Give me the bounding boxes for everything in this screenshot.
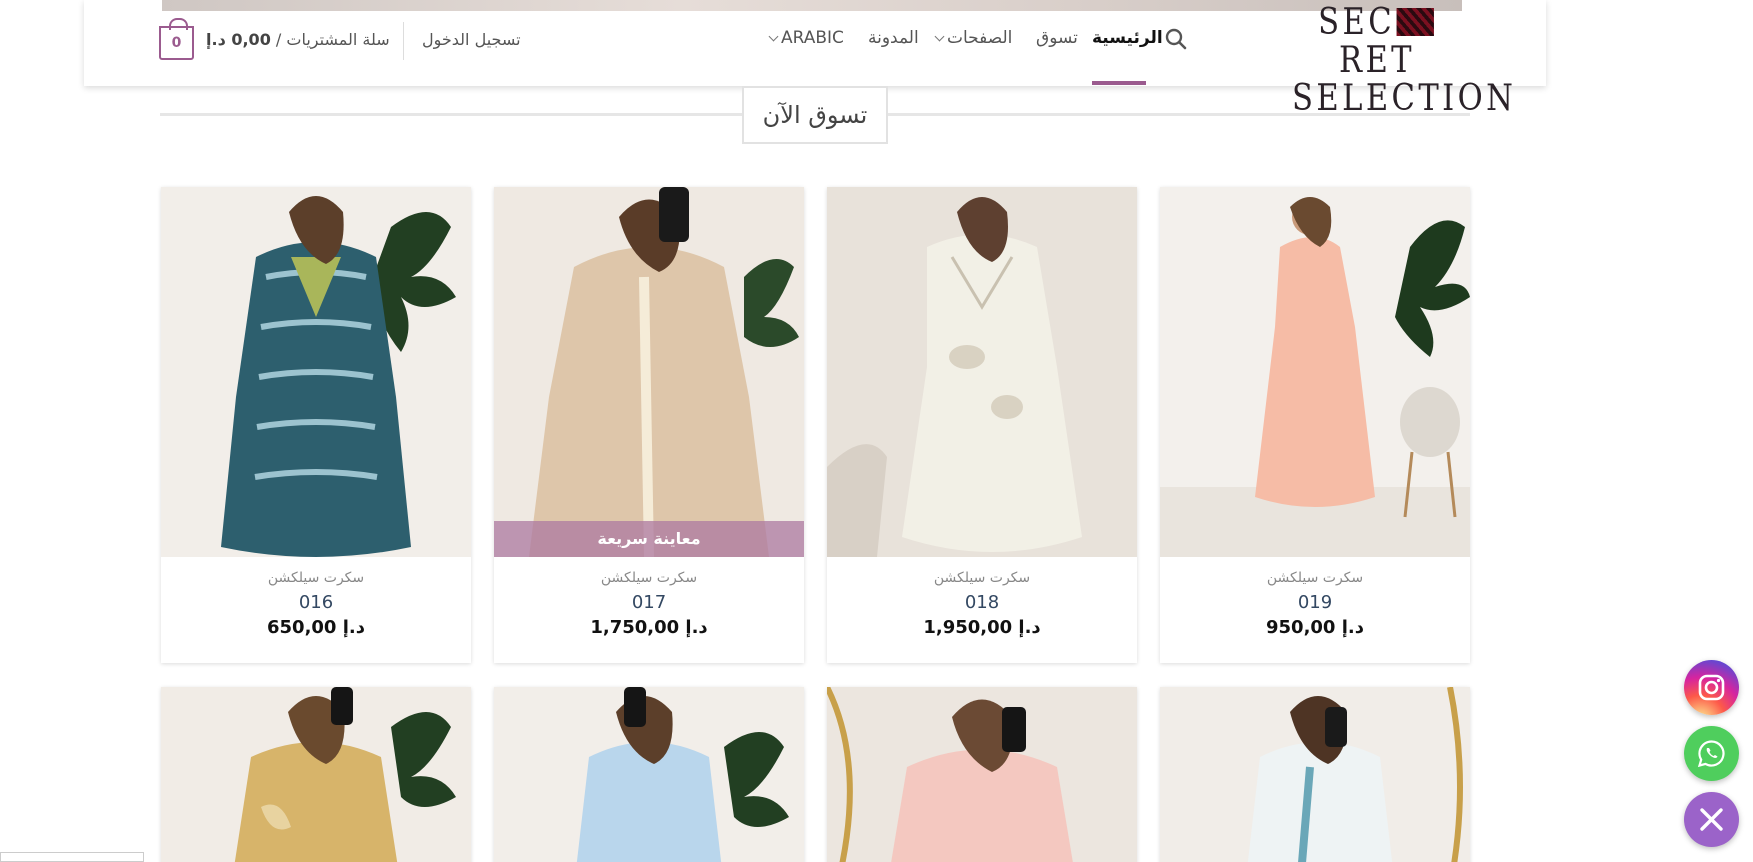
search-icon[interactable] <box>1165 28 1187 50</box>
nav-shop[interactable]: تسوق <box>1036 28 1078 56</box>
product-card[interactable] <box>1160 687 1470 862</box>
product-card[interactable] <box>827 687 1137 862</box>
cart-total: 0,00 د.إ <box>206 30 271 49</box>
site-logo[interactable]: SECRET SELECTION <box>1277 4 1513 118</box>
product-image[interactable]: معاينة سريعة <box>494 187 804 557</box>
product-image[interactable] <box>1160 687 1470 862</box>
product-image[interactable] <box>161 187 471 557</box>
product-title[interactable]: 019 <box>1160 592 1470 613</box>
product-price: 650,00 د.إ <box>267 617 365 638</box>
product-title[interactable]: 016 <box>161 592 471 613</box>
nav-active-indicator <box>1092 81 1146 85</box>
header-divider <box>403 22 404 60</box>
nav-pages[interactable]: الصفحات <box>934 28 1012 56</box>
product-image[interactable] <box>1160 187 1470 557</box>
whatsapp-button[interactable] <box>1684 726 1739 781</box>
product-price: 1,950,00 د.إ <box>923 617 1041 638</box>
product-image[interactable] <box>161 687 471 862</box>
instagram-icon <box>1698 674 1725 701</box>
cart-link[interactable]: سلة المشتريات / 0,00 د.إ <box>206 30 390 49</box>
product-title[interactable]: 017 <box>494 592 804 613</box>
whatsapp-icon <box>1697 740 1725 768</box>
instagram-button[interactable] <box>1684 660 1739 715</box>
product-price: 1,750,00 د.إ <box>590 617 708 638</box>
product-category: سكرت سيلكشن <box>267 570 365 586</box>
product-image[interactable] <box>827 187 1137 557</box>
nav-home[interactable]: الرئيسية <box>1092 28 1163 56</box>
cart-label: سلة المشتريات / <box>275 30 390 49</box>
cart-count: 0 <box>171 35 182 51</box>
product-image[interactable] <box>494 687 804 862</box>
product-card[interactable]: سكرت سيلكشن 016 650,00 د.إ <box>161 187 471 663</box>
logo-mark-icon <box>1396 8 1435 36</box>
chevron-down-icon <box>768 31 779 41</box>
section-title: تسوق الآن <box>742 86 888 144</box>
product-category: سكرت سيلكشن <box>1266 570 1364 586</box>
close-icon <box>1700 808 1723 831</box>
product-price: 950,00 د.إ <box>1266 617 1364 638</box>
product-card[interactable] <box>161 687 471 862</box>
product-card[interactable] <box>494 687 804 862</box>
quick-view-button[interactable]: معاينة سريعة <box>494 521 804 557</box>
product-title[interactable]: 018 <box>827 592 1137 613</box>
close-button[interactable] <box>1684 792 1739 847</box>
product-image[interactable] <box>827 687 1137 862</box>
nav-language[interactable]: ARABIC <box>768 28 844 56</box>
product-category: سكرت سيلكشن <box>600 570 698 586</box>
chevron-down-icon <box>934 31 945 41</box>
product-card[interactable]: سكرت سيلكشن 018 1,950,00 د.إ <box>827 187 1137 663</box>
cookie-bar[interactable] <box>0 852 144 862</box>
product-card[interactable]: معاينة سريعة سكرت سيلكشن 017 1,750,00 د.… <box>494 187 804 663</box>
header-banner-strip <box>162 0 1462 11</box>
cart-bag-icon[interactable]: 0 <box>159 18 194 60</box>
product-category: سكرت سيلكشن <box>933 570 1031 586</box>
product-card[interactable]: سكرت سيلكشن 019 950,00 د.إ <box>1160 187 1470 663</box>
login-link[interactable]: تسجيل الدخول <box>422 30 521 49</box>
site-header: SECRET SELECTION الرئيسية تسوق الصفحات ا… <box>84 0 1546 118</box>
nav-blog[interactable]: المدونة <box>868 28 919 56</box>
